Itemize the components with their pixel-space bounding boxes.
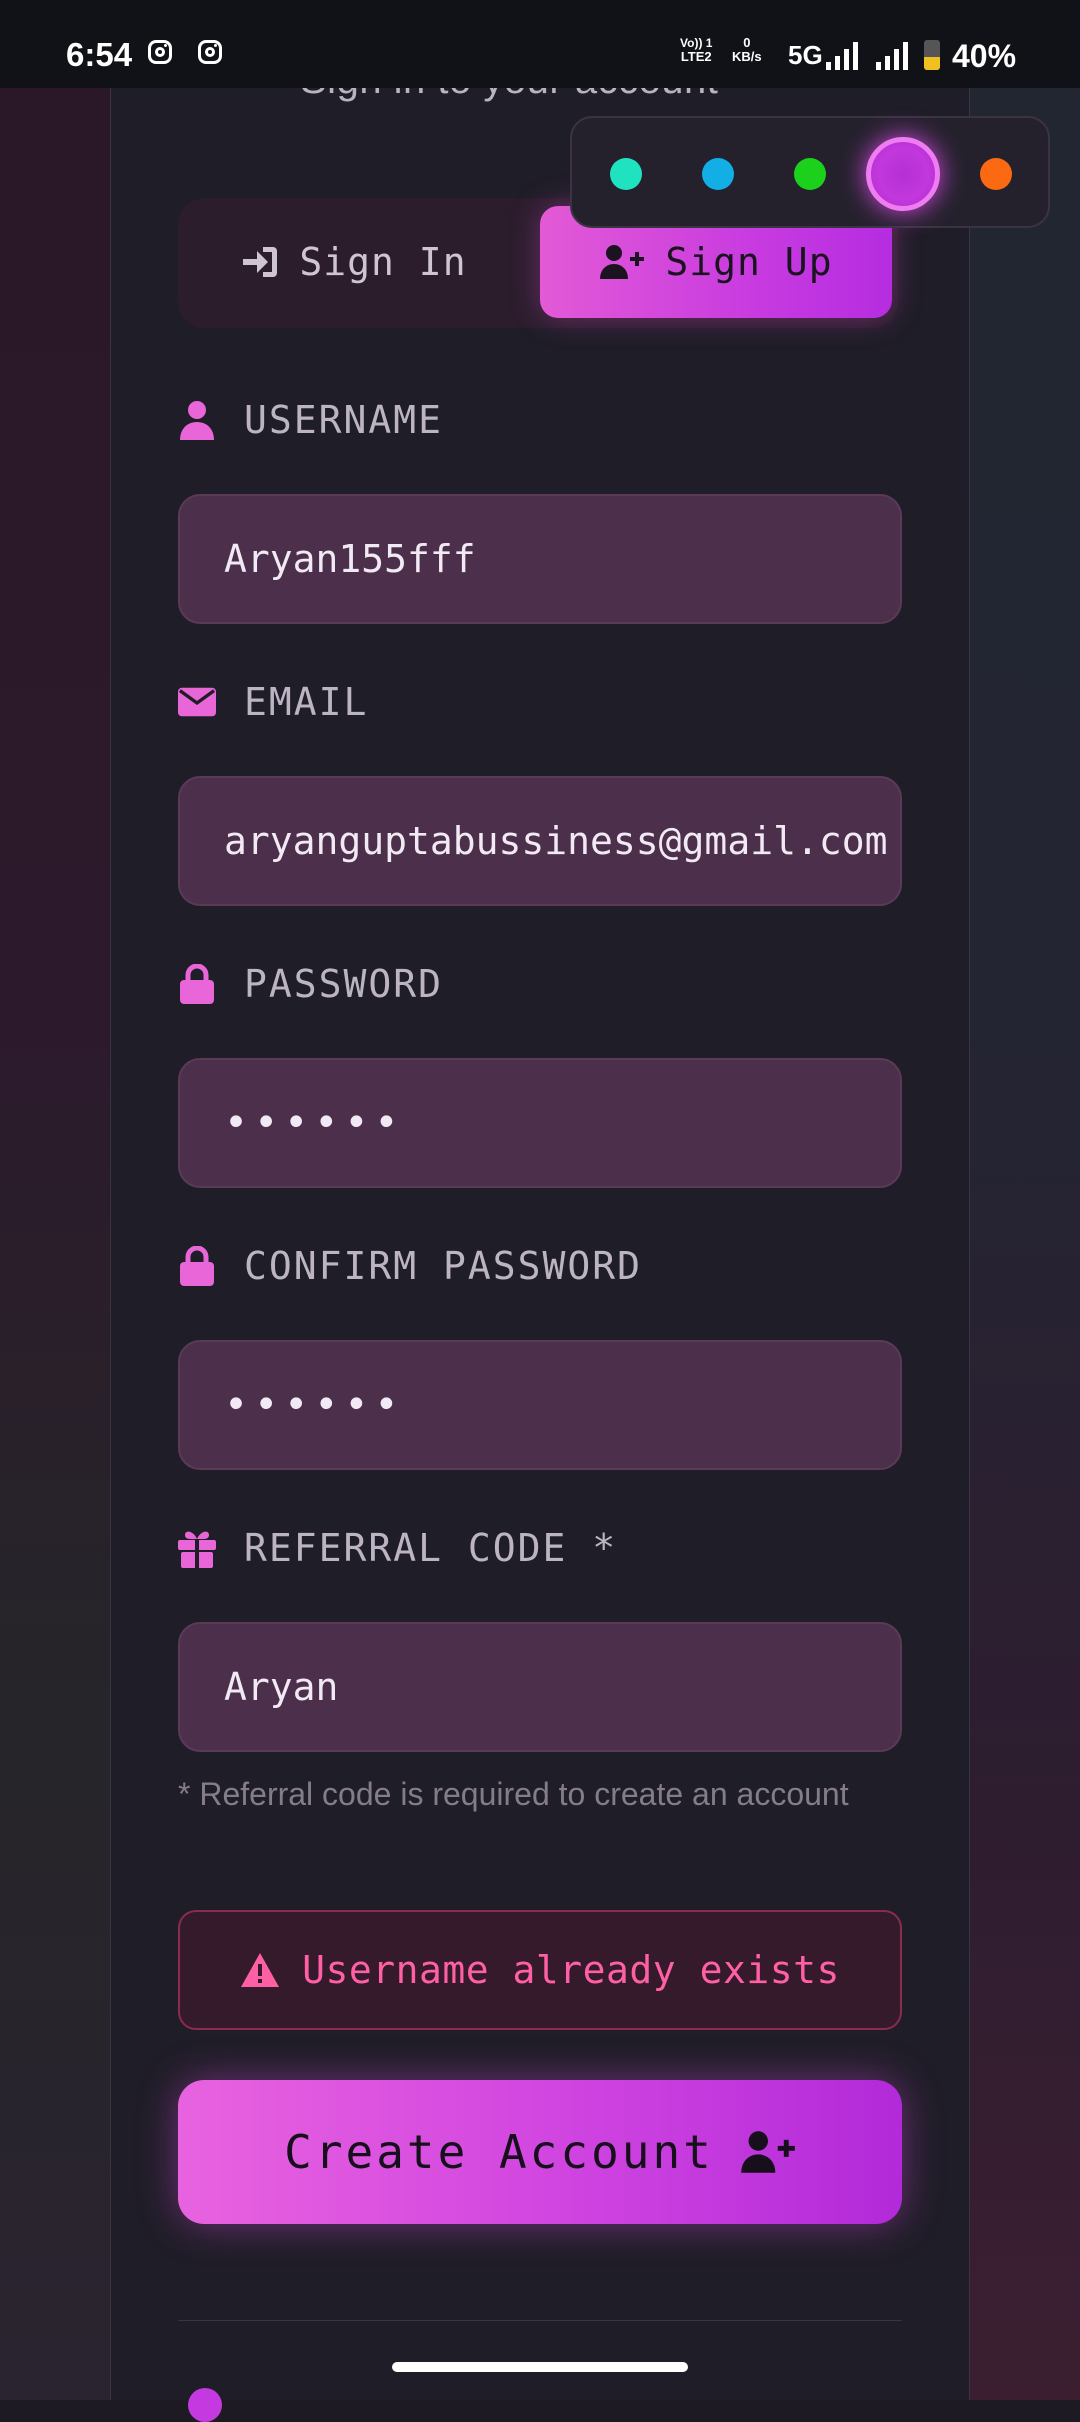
lock-icon — [178, 1246, 216, 1286]
data-speed-indicator: 0 KB/s — [732, 36, 762, 64]
tab-sign-up-label: Sign Up — [665, 240, 833, 284]
volte-bottom: LTE2 — [680, 49, 712, 64]
email-label-text: EMAIL — [244, 680, 369, 724]
partially-visible-icon — [188, 2388, 222, 2422]
instagram-notification-icon — [198, 40, 222, 64]
battery-percent: 40% — [952, 38, 1017, 74]
confirm-password-label: CONFIRM PASSWORD — [178, 1244, 642, 1288]
password-input[interactable]: •••••• — [178, 1058, 902, 1188]
data-speed-value: 0 — [743, 35, 751, 50]
user-icon — [178, 400, 216, 440]
username-input[interactable]: Aryan155fff — [178, 494, 902, 624]
email-label: EMAIL — [178, 680, 368, 724]
referral-code-input[interactable]: Aryan — [178, 1622, 902, 1752]
confirm-password-input[interactable]: •••••• — [178, 1340, 902, 1470]
user-plus-icon — [600, 245, 645, 279]
signal-icon — [826, 40, 860, 70]
theme-color-orange[interactable] — [980, 158, 1012, 190]
username-label-text: USERNAME — [244, 398, 444, 442]
tab-sign-in[interactable]: Sign In — [178, 206, 530, 318]
theme-color-teal[interactable] — [610, 158, 642, 190]
gift-icon — [178, 1528, 216, 1568]
network-type: 5G — [788, 40, 823, 70]
status-time: 6:54 — [66, 36, 133, 73]
signal-icon — [876, 40, 910, 70]
error-alert: Username already exists — [178, 1910, 902, 2030]
divider — [178, 2320, 902, 2321]
user-plus-icon — [741, 2131, 795, 2173]
home-indicator[interactable] — [392, 2362, 688, 2372]
create-account-label: Create Account — [284, 2125, 714, 2179]
referral-code-label: REFERRAL CODE * — [178, 1526, 617, 1570]
create-account-button[interactable]: Create Account — [178, 2080, 902, 2224]
battery-icon — [924, 40, 940, 70]
status-bar: 6:54 Vo)) 1 LTE2 0 KB/s 5G 40% — [0, 0, 1080, 88]
volte-indicator: Vo)) 1 LTE2 — [680, 36, 712, 64]
data-speed-unit: KB/s — [732, 49, 762, 64]
background-right-panel — [968, 88, 1080, 2400]
warning-icon — [241, 1953, 280, 1987]
confirm-password-label-text: CONFIRM PASSWORD — [244, 1244, 643, 1288]
theme-color-green[interactable] — [794, 158, 826, 190]
background-left-panel — [0, 88, 110, 2400]
lock-icon — [178, 964, 216, 1004]
error-message: Username already exists — [302, 1948, 840, 1992]
theme-color-picker — [570, 116, 1050, 228]
referral-code-label-text: REFERRAL CODE * — [244, 1526, 618, 1570]
password-label-text: PASSWORD — [244, 962, 444, 1006]
theme-color-blue[interactable] — [702, 158, 734, 190]
volte-top: Vo)) 1 — [680, 36, 713, 50]
sign-in-icon — [243, 247, 278, 277]
theme-color-purple-selected[interactable] — [866, 137, 940, 211]
email-input[interactable]: aryanguptabussiness@gmail.com — [178, 776, 902, 906]
instagram-notification-icon — [148, 40, 172, 64]
tab-sign-in-label: Sign In — [299, 240, 467, 284]
password-label: PASSWORD — [178, 962, 443, 1006]
envelope-icon — [178, 682, 216, 722]
username-label: USERNAME — [178, 398, 443, 442]
referral-hint: * Referral code is required to create an… — [178, 1776, 849, 1812]
